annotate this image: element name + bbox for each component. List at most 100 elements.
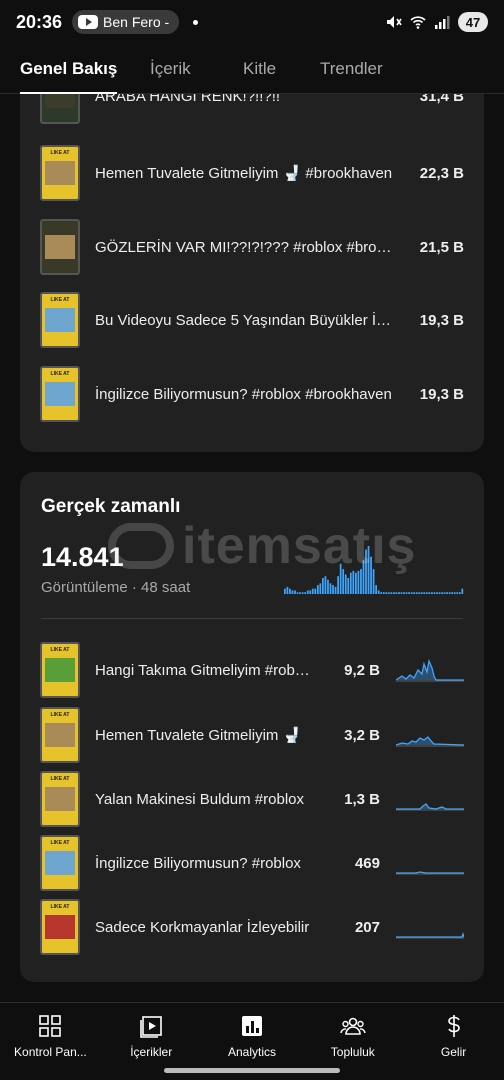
- nav-earn[interactable]: Gelir: [403, 1003, 504, 1080]
- chart-bar: [436, 592, 438, 594]
- chart-bar: [393, 592, 395, 594]
- chart-bar: [311, 588, 314, 594]
- realtime-title: Gerçek zamanlı: [41, 496, 181, 517]
- chart-bar: [448, 592, 451, 594]
- clock: 20:36: [16, 11, 63, 32]
- chart-bar: [375, 585, 378, 594]
- chart-bar: [365, 549, 367, 594]
- video-title: Hemen Tuvalete Gitmeliyim 🚽: [95, 727, 302, 744]
- chart-bar: [347, 578, 350, 594]
- video-views: 19,3 B: [419, 385, 464, 403]
- video-thumbnail: LIKE AT: [40, 145, 80, 201]
- chart-bar: [372, 569, 375, 594]
- chart-bar: [289, 588, 291, 594]
- chart-bar: [438, 592, 441, 594]
- home-indicator[interactable]: [164, 1068, 340, 1073]
- notification-dot: [193, 19, 199, 25]
- dashboard-icon: [39, 1015, 62, 1037]
- chart-bar: [398, 592, 400, 594]
- video-thumbnail: LIKE AT: [40, 366, 80, 422]
- nav-label: Topluluk: [330, 1045, 375, 1059]
- realtime-card[interactable]: Gerçek zamanlı 14.841 Görüntüleme · 48 s…: [20, 472, 484, 982]
- video-thumbnail: LIKE AT: [40, 835, 80, 891]
- video-title: GÖZLERİN VAR MI!??!?!??? #roblox #brookh…: [95, 238, 395, 256]
- video-title: Hangi Takıma Gitmeliyim #roblox: [95, 661, 310, 679]
- chart-bar: [304, 592, 307, 594]
- chart-bar: [390, 592, 393, 594]
- notification-chip[interactable]: Ben Fero -: [72, 10, 180, 34]
- chart-bar: [405, 592, 408, 594]
- status-bar: 20:36 Ben Fero - 47: [0, 0, 504, 44]
- video-thumbnail: LIKE AT: [40, 771, 80, 827]
- realtime-bar-chart: [284, 546, 464, 594]
- video-views: 19,3 B: [419, 311, 464, 329]
- analytics-tabs: Genel Bakış İçerik Kitle Trendler: [0, 44, 504, 94]
- chart-bar: [324, 576, 327, 594]
- chart-bar: [387, 592, 390, 594]
- chart-bar: [349, 572, 352, 594]
- signal-icon: [435, 16, 450, 29]
- chart-bar: [337, 576, 339, 594]
- chart-bar: [443, 592, 446, 594]
- chart-bar: [403, 592, 405, 594]
- chart-bar: [342, 569, 345, 594]
- chart-bar: [400, 592, 403, 594]
- list-item[interactable]: LIKE AT Hemen Tuvalete Gitmeliyim 🚽 3,2 …: [40, 707, 464, 763]
- video-thumbnail: [40, 219, 80, 275]
- list-item[interactable]: GÖZLERİN VAR MI!??!?!??? #roblox #brookh…: [40, 219, 464, 275]
- list-item[interactable]: LIKE AT Sadece Korkmayanlar İzleyebilir …: [40, 899, 464, 955]
- chart-bar: [461, 588, 464, 594]
- video-views: 3,2 B: [344, 726, 380, 744]
- notification-app-label: Ben Fero -: [103, 14, 170, 30]
- chart-bar: [327, 579, 329, 594]
- chart-bar: [382, 592, 385, 594]
- chart-bar: [306, 590, 309, 594]
- chart-bar: [418, 592, 421, 594]
- list-item[interactable]: LIKE AT İngilizce Biliyormusun? #roblox …: [40, 366, 464, 422]
- chart-bar: [352, 570, 355, 594]
- tab-audience[interactable]: Kitle: [243, 44, 276, 94]
- chart-bar: [284, 588, 286, 594]
- mute-icon: [387, 16, 402, 28]
- chart-bar: [453, 592, 456, 594]
- realtime-view-count: 14.841: [41, 542, 124, 572]
- nav-dashboard[interactable]: Kontrol Pan...: [0, 1003, 101, 1080]
- tab-trends[interactable]: Trendler: [320, 44, 383, 94]
- nav-label: Kontrol Pan...: [14, 1045, 87, 1059]
- chart-bar: [344, 574, 347, 594]
- analytics-icon: [241, 1016, 262, 1036]
- chart-bar: [299, 592, 301, 594]
- list-item[interactable]: LIKE AT İngilizce Biliyormusun? #roblox …: [40, 835, 464, 891]
- chart-bar: [456, 592, 459, 594]
- list-item[interactable]: LIKE AT Yalan Makinesi Buldum #roblox 1,…: [40, 771, 464, 827]
- chart-bar: [294, 590, 296, 594]
- community-icon: [340, 1017, 366, 1035]
- chart-bar: [377, 590, 380, 594]
- chart-bar: [380, 592, 383, 594]
- chart-bar: [395, 592, 398, 594]
- realtime-subtitle: Görüntüleme · 48 saat: [41, 579, 191, 596]
- tab-content[interactable]: İçerik: [150, 44, 191, 94]
- chart-bar: [301, 592, 304, 594]
- wifi-icon: [410, 16, 426, 29]
- video-sparkline: [396, 658, 464, 682]
- video-thumbnail: LIKE AT: [40, 292, 80, 348]
- video-thumbnail: LIKE AT: [40, 642, 80, 698]
- chart-bar: [423, 592, 426, 594]
- chart-bar: [319, 583, 322, 594]
- video-views: 469: [354, 854, 380, 872]
- list-item[interactable]: LIKE AT Hemen Tuvalete Gitmeliyim 🚽 #bro…: [40, 145, 464, 201]
- list-item[interactable]: LIKE AT Hangi Takıma Gitmeliyim #roblox …: [40, 642, 464, 698]
- chart-bar: [291, 590, 294, 594]
- tab-overview[interactable]: Genel Bakış: [20, 44, 118, 94]
- chart-bar: [360, 569, 362, 594]
- chart-bar: [451, 592, 454, 594]
- chart-bar: [332, 585, 334, 594]
- video-views: 9,2 B: [344, 661, 380, 679]
- chart-bar: [413, 592, 416, 594]
- list-item[interactable]: LIKE AT Bu Videoyu Sadece 5 Yaşından Büy…: [40, 292, 464, 348]
- chart-bar: [334, 586, 337, 594]
- chart-bar: [339, 563, 342, 594]
- chart-bar: [425, 592, 428, 594]
- video-sparkline: [396, 871, 464, 875]
